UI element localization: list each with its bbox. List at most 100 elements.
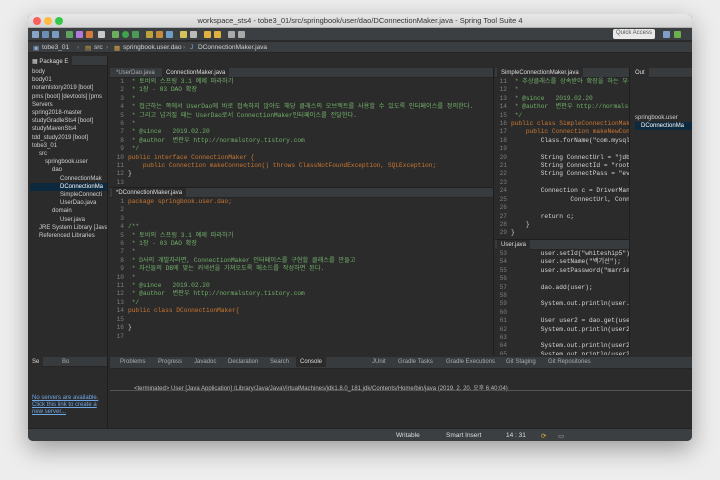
- code-line: public Connection makeConnection() throw…: [128, 162, 437, 170]
- tab-console[interactable]: Console: [296, 357, 327, 367]
- tab-outline[interactable]: Out: [631, 68, 649, 78]
- line-number: 16: [116, 324, 124, 332]
- tree-item-selected[interactable]: DConnectionMa: [30, 182, 107, 192]
- line-number: 61: [499, 317, 507, 325]
- tree-item[interactable]: User.java: [30, 216, 107, 224]
- tab-declaration[interactable]: Declaration: [224, 357, 262, 367]
- quick-access-field[interactable]: Quick Access: [613, 29, 655, 39]
- tab-servers[interactable]: Se: [28, 357, 44, 367]
- build-icon[interactable]: [66, 31, 73, 38]
- debug-icon[interactable]: [112, 31, 119, 38]
- annotation-next-icon[interactable]: [204, 31, 211, 38]
- tree-item[interactable]: dao: [30, 166, 107, 174]
- tree-item[interactable]: studyGradleSts4 [boot]: [30, 117, 107, 125]
- tab-progress[interactable]: Progress: [154, 357, 186, 367]
- line-number: 8: [120, 256, 124, 264]
- breadcrumb-file[interactable]: DConnectionMaker.java: [198, 44, 267, 51]
- tree-item[interactable]: body01: [30, 76, 107, 84]
- outline-item[interactable]: springbook.user: [635, 114, 692, 122]
- tab-userdao[interactable]: *UserDao.java: [112, 68, 159, 78]
- line-number: 12: [116, 170, 124, 178]
- tree-item[interactable]: pms [boot] [devtools] [pms: [30, 93, 107, 101]
- tab-user[interactable]: User.java: [497, 240, 531, 250]
- new-server-link[interactable]: No servers are available. Click this lin…: [32, 395, 104, 416]
- tree-item[interactable]: spring2018-master: [30, 109, 107, 117]
- search-icon[interactable]: [190, 31, 197, 38]
- tree-item[interactable]: domain: [30, 207, 107, 215]
- right-bottom-tabbar: User.java: [495, 240, 629, 250]
- code-line: user.setName("백기선");: [511, 258, 621, 266]
- save-icon[interactable]: [42, 31, 49, 38]
- tree-item[interactable]: tdd_study2019 [boot]: [30, 134, 107, 142]
- console-divider: [110, 390, 692, 391]
- tab-problems[interactable]: Problems: [116, 357, 149, 367]
- tab-dconnectionmaker[interactable]: *DConnectionMaker.java: [112, 188, 187, 198]
- tab-junit[interactable]: JUnit: [368, 357, 390, 367]
- java-perspective-icon[interactable]: [663, 31, 670, 38]
- tree-item[interactable]: noramlstory2019 [boot]: [30, 84, 107, 92]
- java-file-icon: J: [190, 44, 194, 51]
- code-line: */: [511, 111, 523, 119]
- tree-item[interactable]: SimpleConnecti: [30, 191, 107, 199]
- tree-item[interactable]: Servers: [30, 101, 107, 109]
- tree-item[interactable]: body: [30, 68, 107, 76]
- tree-item[interactable]: Referenced Libraries: [30, 232, 107, 240]
- tab-boot-dashboard[interactable]: Bo: [58, 357, 73, 367]
- code-line: System.out.println(user2: [511, 342, 630, 350]
- run-icon[interactable]: [122, 31, 129, 38]
- tab-gradle-executions[interactable]: Gradle Executions: [442, 357, 499, 367]
- tab-package-explorer[interactable]: ▦ Package E: [28, 56, 73, 66]
- new-package-icon[interactable]: [156, 31, 163, 38]
- tree-item[interactable]: UserDao.java: [30, 199, 107, 207]
- breadcrumb-project[interactable]: tobe3_01: [42, 44, 69, 51]
- breadcrumb-package[interactable]: springbook.user.dao: [123, 44, 182, 51]
- tree-item[interactable]: springbook.user: [30, 158, 107, 166]
- code-area[interactable]: user.setId("whiteship5") user.setName("백…: [511, 250, 630, 355]
- right-top-tabbar: SimpleConnectionMaker.java: [495, 68, 629, 78]
- progress-icon[interactable]: ▭: [558, 432, 564, 440]
- tree-item[interactable]: tobe3_01: [30, 142, 107, 150]
- outline-tabbar: Out: [631, 68, 692, 78]
- tree-item[interactable]: ConnectionMak: [30, 175, 107, 183]
- new-class-icon[interactable]: [166, 31, 173, 38]
- new-icon[interactable]: [32, 31, 39, 38]
- console-tabbar: Problems Progress Javadoc Declaration Se…: [110, 357, 692, 369]
- tree-item[interactable]: src: [30, 150, 107, 158]
- line-number: 17: [499, 128, 507, 136]
- code-line: *: [511, 86, 519, 94]
- tree-item[interactable]: studyMavenSts4: [30, 125, 107, 133]
- coverage-icon[interactable]: [132, 31, 139, 38]
- line-number: 29: [499, 229, 507, 237]
- boot-icon[interactable]: [86, 31, 93, 38]
- code-area[interactable]: * 추상클래스를 상속받아 확장을 하는 부분! * * @since 2019…: [511, 78, 629, 238]
- spring-icon[interactable]: [76, 31, 83, 38]
- tab-git-staging[interactable]: Git Staging: [502, 357, 540, 367]
- tab-javadoc[interactable]: Javadoc: [190, 357, 220, 367]
- code-line: dao.add(user);: [511, 283, 593, 291]
- open-type-icon[interactable]: [180, 31, 187, 38]
- line-number: 11: [499, 78, 507, 85]
- tab-gradle-tasks[interactable]: Gradle Tasks: [394, 357, 437, 367]
- right-top-editor: SimpleConnectionMaker.java 11 12 13 14 15 16 1…: [495, 68, 630, 238]
- tree-item[interactable]: JRE System Library [Java: [30, 224, 107, 232]
- line-number: 1: [120, 198, 124, 205]
- line-number: 62: [499, 325, 507, 333]
- terminal-icon[interactable]: [98, 31, 105, 38]
- annotation-prev-icon[interactable]: [214, 31, 221, 38]
- breadcrumb-src[interactable]: src: [94, 44, 103, 51]
- tab-connectionmaker[interactable]: ConnectionMaker.java: [162, 68, 230, 78]
- code-area[interactable]: package springbook.user.dao; /** * 토비의 스…: [128, 198, 355, 341]
- folder-icon: ▤: [85, 45, 92, 52]
- code-area[interactable]: * 토비의 스프링 3.1 예제 따라하기 * 1장 - 03 DAO 확장 *…: [128, 78, 473, 186]
- new-java-project-icon[interactable]: [146, 31, 153, 38]
- save-all-icon[interactable]: [52, 31, 59, 38]
- tab-simpleconnectionmaker[interactable]: SimpleConnectionMaker.java: [497, 68, 583, 78]
- outline-item-selected[interactable]: DConnectionMa: [635, 122, 692, 131]
- tab-git-repositories[interactable]: Git Repositories: [544, 357, 595, 367]
- forward-icon[interactable]: [238, 31, 245, 38]
- sync-icon[interactable]: ⟳: [541, 432, 546, 440]
- back-icon[interactable]: [228, 31, 235, 38]
- spring-perspective-icon[interactable]: [674, 31, 681, 38]
- tab-search[interactable]: Search: [266, 357, 293, 367]
